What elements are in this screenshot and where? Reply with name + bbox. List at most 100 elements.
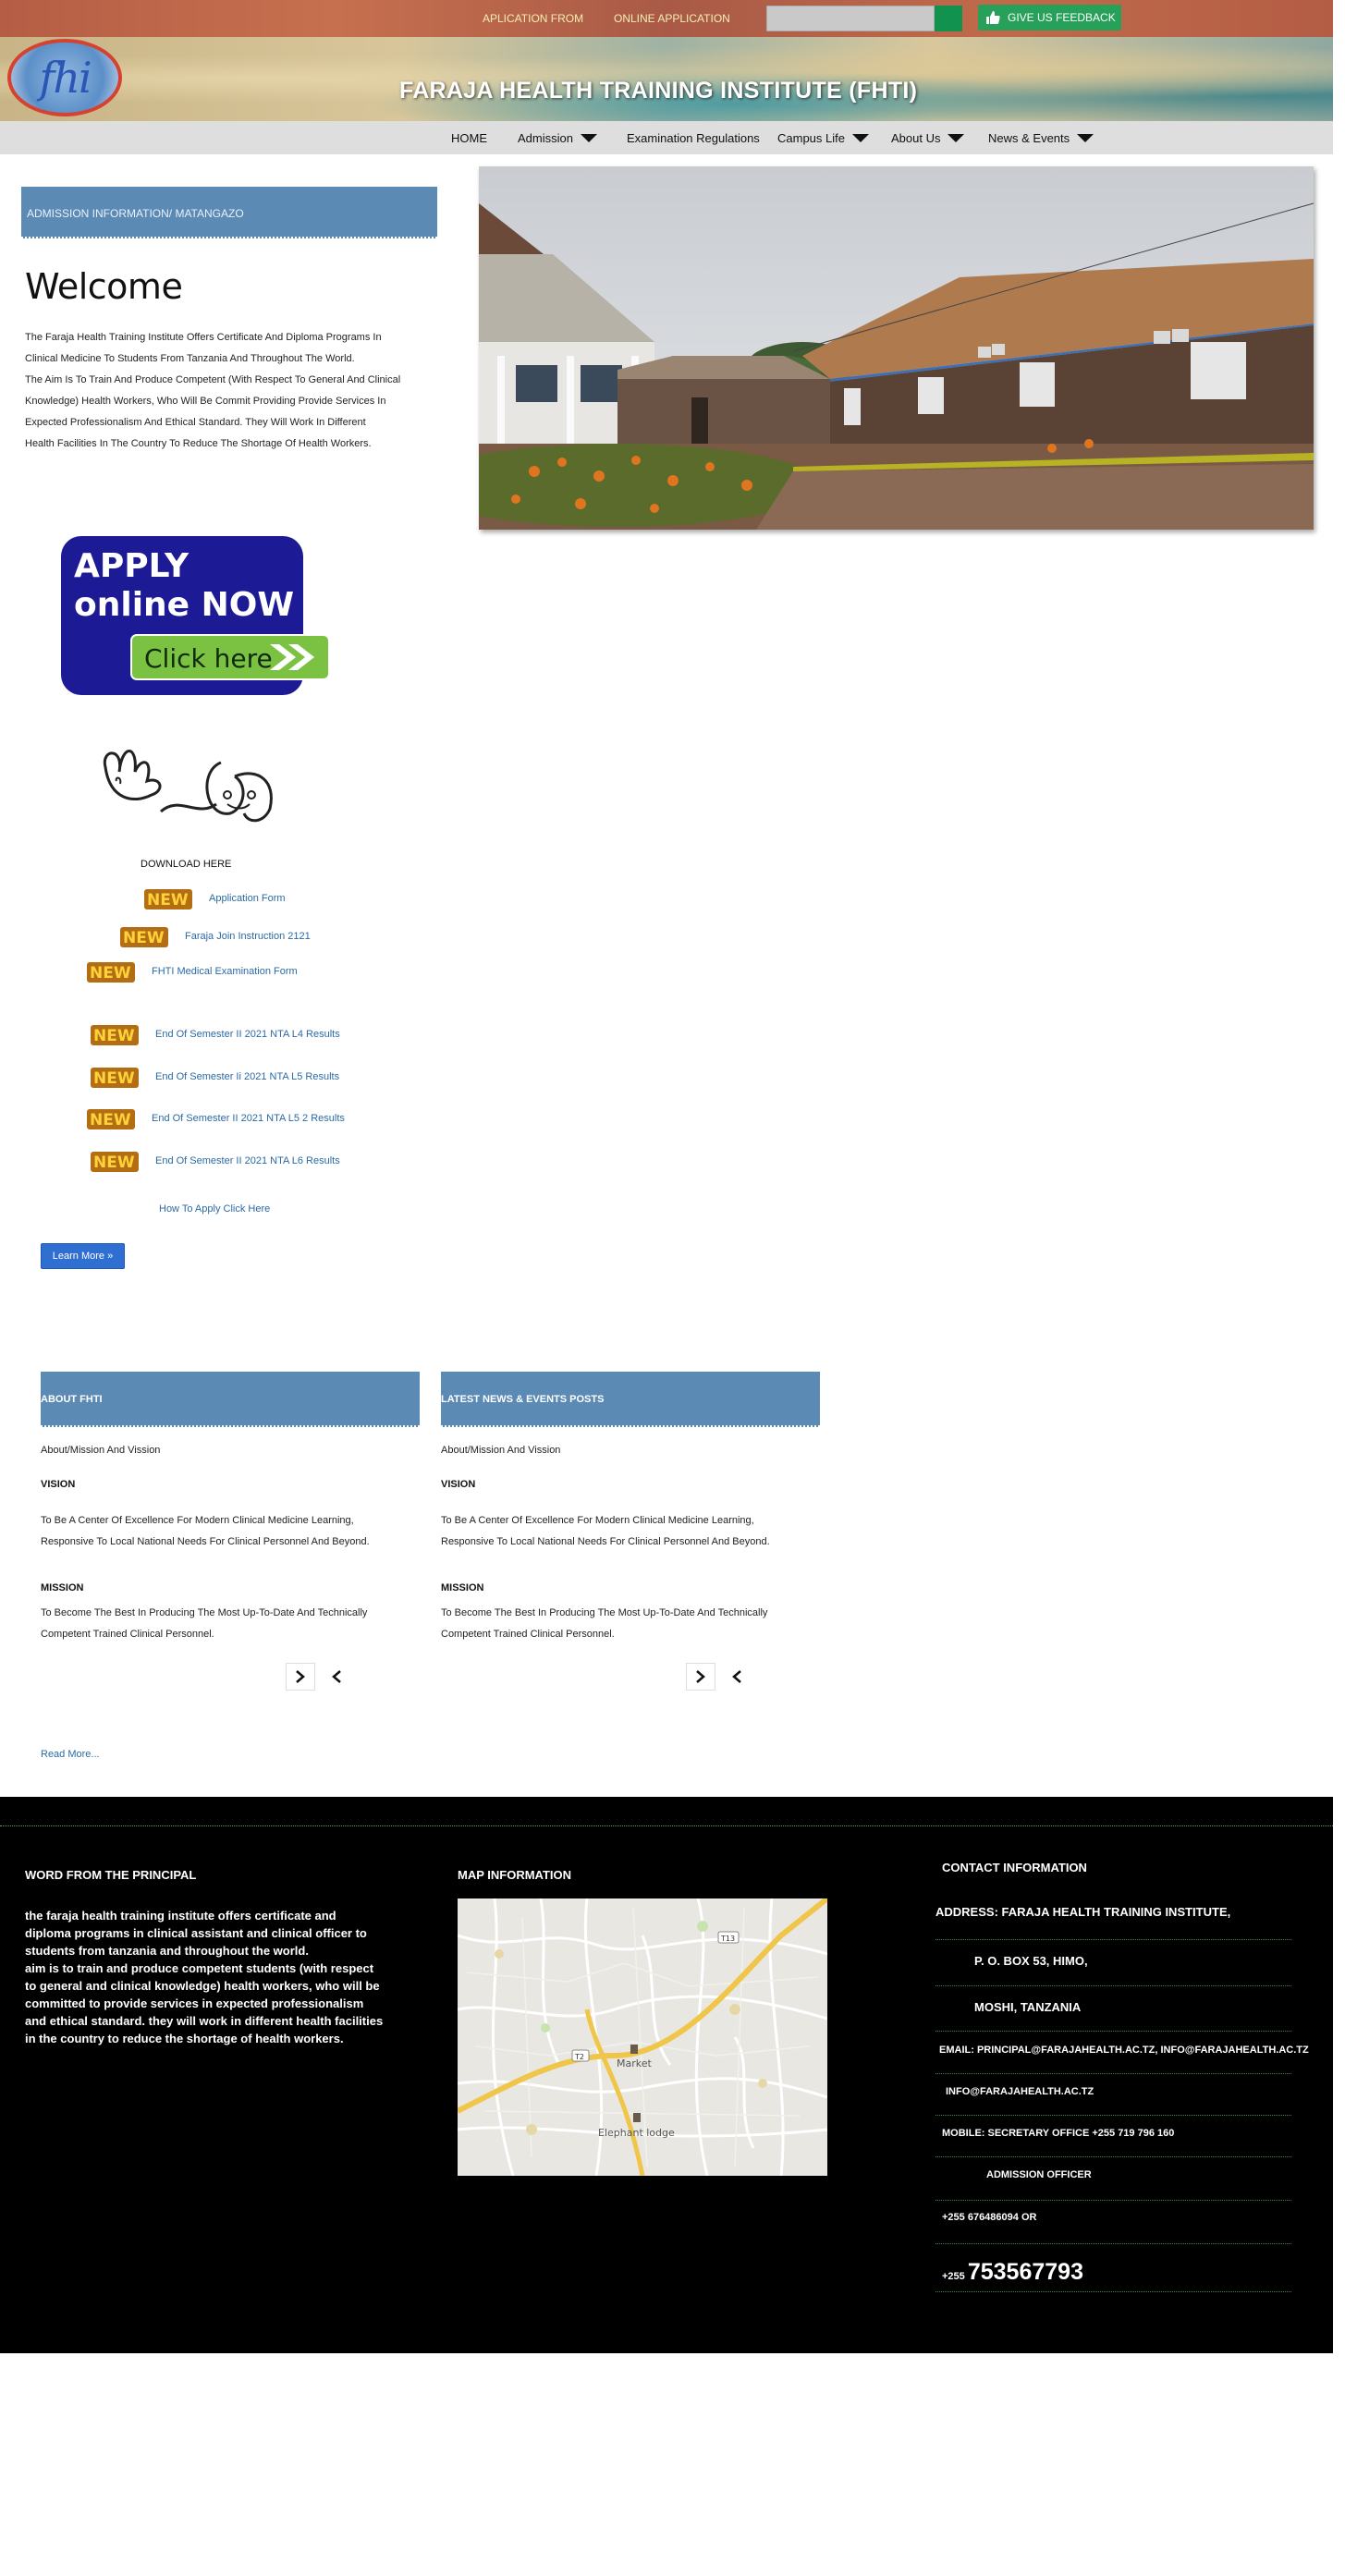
admission-info-bar[interactable]: ADMISSION INFORMATION/ MATANGAZO <box>21 187 437 238</box>
map-lodge-label: Elephant lodge <box>598 2127 675 2139</box>
welcome-line: The Aim Is To Train And Produce Competen… <box>25 374 401 385</box>
contact-address: ADDRESS: FARAJA HEALTH TRAINING INSTITUT… <box>935 1905 1231 1919</box>
contact-po-box: P. O. BOX 53, HIMO, <box>974 1954 1088 1968</box>
about-fhti-bar: ABOUT FHTI <box>41 1372 420 1427</box>
news-mission-line: To Become The Best In Producing The Most… <box>441 1607 768 1618</box>
svg-text:NEW: NEW <box>90 964 131 983</box>
nav-about-us-label: About Us <box>891 131 941 145</box>
welcome-line: Health Facilities In The Country To Redu… <box>25 438 372 449</box>
nav-home-label: HOME <box>451 131 487 145</box>
about-mission-text: To Become The Best In Producing The Most… <box>41 1603 367 1645</box>
svg-text:NEW: NEW <box>147 891 189 910</box>
how-to-apply-link[interactable]: How To Apply Click Here <box>159 1203 270 1215</box>
contact-heading: CONTACT INFORMATION <box>942 1861 1087 1874</box>
apply-online-banner[interactable]: APPLY online NOW Click here <box>61 536 331 695</box>
about-mission-line: To Become The Best In Producing The Most… <box>41 1607 368 1618</box>
chevron-left-icon <box>332 1670 341 1683</box>
principal-heading: WORD FROM THE PRINCIPAL <box>25 1868 197 1882</box>
download-row: NEW Faraja Join Instruction 2121 <box>118 923 311 949</box>
map-heading: MAP INFORMATION <box>458 1868 572 1882</box>
welcome-line: The Faraja Health Training Institute Off… <box>25 332 382 343</box>
svg-text:NEW: NEW <box>93 1027 135 1045</box>
nav-admission-label: Admission <box>518 131 573 145</box>
nav-home[interactable]: HOME <box>451 131 487 145</box>
site-title: FARAJA HEALTH TRAINING INSTITUTE (FHTI) <box>399 78 918 104</box>
nav-exam-regulations-label: Examination Regulations <box>627 131 760 145</box>
download-row: NEW End Of Semester II 2021 NTA L6 Resul… <box>89 1148 340 1174</box>
nav-campus-life-label: Campus Life <box>777 131 845 145</box>
contact-phone-2: +255 753567793 <box>942 2259 1083 2286</box>
contact-mobile: MOBILE: SECRETARY OFFICE +255 719 796 16… <box>942 2128 1175 2139</box>
principal-line: students from tanzania and throughout th… <box>25 1944 309 1958</box>
principal-line: aim is to train and produce competent st… <box>25 1961 374 1975</box>
svg-text:NEW: NEW <box>123 929 165 947</box>
download-row: NEW End Of Semester II 2021 NTA L5 2 Res… <box>85 1105 345 1131</box>
nta-l4-results-download[interactable]: End Of Semester II 2021 NTA L4 Results <box>155 1029 340 1040</box>
news-vision-text: To Be A Center Of Excellence For Modern … <box>441 1510 770 1553</box>
new-badge-icon: NEW <box>91 1025 139 1045</box>
svg-text:NEW: NEW <box>93 1154 135 1172</box>
join-instruction-download[interactable]: Faraja Join Instruction 2121 <box>185 931 311 942</box>
nav-about-us[interactable]: About Us <box>891 131 965 145</box>
search-button[interactable] <box>935 6 962 31</box>
nav-admission[interactable]: Admission <box>518 131 597 145</box>
news-vision-heading: VISION <box>441 1479 476 1490</box>
about-mission-line: Competent Trained Clinical Personnel. <box>41 1629 214 1640</box>
contact-email[interactable]: EMAIL: PRINCIPAL@FARAJAHEALTH.AC.TZ, INF… <box>939 2045 1309 2056</box>
read-more-link[interactable]: Read More... <box>41 1749 100 1760</box>
top-bar: APLICATION FROM ONLINE APPLICATION GIVE … <box>0 0 1333 37</box>
contact-email-2[interactable]: INFO@FARAJAHEALTH.AC.TZ <box>946 2086 1094 2097</box>
institute-logo[interactable]: fhi <box>7 39 122 116</box>
about-prev-button[interactable] <box>327 1663 346 1691</box>
nav-exam-regulations[interactable]: Examination Regulations <box>627 131 760 145</box>
download-heading: DOWNLOAD HERE <box>141 859 232 870</box>
nta-l5-2-results-download[interactable]: End Of Semester II 2021 NTA L5 2 Results <box>152 1113 345 1124</box>
contact-city: MOSHI, TANZANIA <box>974 2000 1082 2014</box>
map-market-label: Market <box>617 2057 652 2069</box>
principal-line: committed to provide services in expecte… <box>25 1996 364 2010</box>
application-form-download[interactable]: Application Form <box>209 893 286 904</box>
map-road-label: T13 <box>720 1935 735 1943</box>
nav-news-events[interactable]: News & Events <box>988 131 1094 145</box>
contact-divider <box>935 2200 1291 2201</box>
chevron-right-icon <box>296 1670 305 1683</box>
news-mission-line: Competent Trained Clinical Personnel. <box>441 1629 615 1640</box>
chevron-right-icon <box>696 1670 705 1683</box>
nta-l5-results-download[interactable]: End Of Semester Ii 2021 NTA L5 Results <box>155 1071 339 1082</box>
principal-line: in the country to reduce the shortage of… <box>25 2032 344 2045</box>
news-prev-button[interactable] <box>728 1663 746 1691</box>
new-badge-icon: NEW <box>87 962 135 983</box>
news-next-button[interactable] <box>686 1663 715 1691</box>
online-application-link[interactable]: ONLINE APPLICATION <box>614 12 730 25</box>
news-vision-line: To Be A Center Of Excellence For Modern … <box>441 1515 754 1526</box>
principal-message: the faraja health training institute off… <box>25 1907 422 2047</box>
principal-line: to general and clinical knowledge) healt… <box>25 1979 380 1993</box>
download-row: NEW End Of Semester II 2021 NTA L4 Resul… <box>89 1021 340 1047</box>
contact-divider <box>935 2031 1291 2032</box>
nta-l6-results-download[interactable]: End Of Semester II 2021 NTA L6 Results <box>155 1155 340 1166</box>
download-row: NEW Application Form <box>142 885 286 911</box>
new-badge-icon: NEW <box>87 1109 135 1129</box>
application-form-link[interactable]: APLICATION FROM <box>483 12 583 25</box>
feedback-button[interactable]: GIVE US FEEDBACK <box>978 5 1121 31</box>
principal-line: diploma programs in clinical assistant a… <box>25 1926 367 1940</box>
svg-text:NEW: NEW <box>93 1069 135 1088</box>
logo-text: fhi <box>39 53 92 103</box>
nav-campus-life[interactable]: Campus Life <box>777 131 869 145</box>
about-next-button[interactable] <box>286 1663 315 1691</box>
about-mission-heading: MISSION <box>41 1582 84 1593</box>
location-map[interactable]: T13 T2 Market Elephant lodge <box>458 1898 827 2176</box>
new-badge-icon: NEW <box>144 889 192 910</box>
download-row: NEW FHTI Medical Examination Form <box>85 958 298 984</box>
contact-admission-officer: ADMISSION OFFICER <box>986 2169 1092 2180</box>
campus-photo <box>479 166 1314 530</box>
welcome-line: Knowledge) Health Workers, Who Will Be C… <box>25 396 386 407</box>
search-input[interactable] <box>766 6 935 31</box>
contact-divider <box>935 1985 1291 1986</box>
click-here-label: Click here <box>144 643 273 674</box>
news-subtitle: About/Mission And Vission <box>441 1445 561 1456</box>
medical-exam-form-download[interactable]: FHTI Medical Examination Form <box>152 966 298 977</box>
news-vision-line: Responsive To Local National Needs For C… <box>441 1536 770 1547</box>
download-row: NEW End Of Semester Ii 2021 NTA L5 Resul… <box>89 1064 339 1090</box>
learn-more-button[interactable]: Learn More » <box>41 1243 125 1269</box>
